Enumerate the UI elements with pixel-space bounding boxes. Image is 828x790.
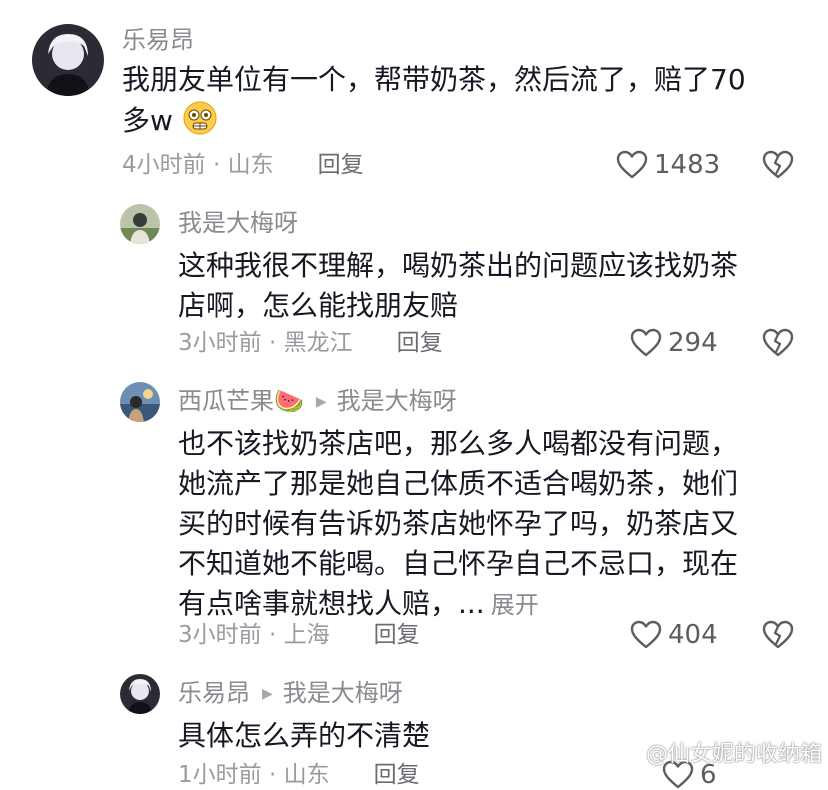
avatar[interactable]: [120, 674, 160, 714]
flushed-emoji-icon: [182, 100, 218, 147]
like-count: 1483: [654, 150, 721, 180]
comment-line: 也不该找奶茶店吧，那么多人喝都没有问题，: [178, 427, 739, 460]
comment-line: 我朋友单位有一个，帮带奶茶，然后流了，赔了70: [122, 63, 746, 96]
heart-outline-icon: [630, 620, 662, 649]
comment-meta: 3小时前 · 上海 回复: [178, 620, 420, 650]
heart-outline-icon: [630, 328, 662, 357]
expand-link[interactable]: 展开: [491, 591, 539, 619]
comment-line: 买的时候有告诉奶茶店她怀孕了吗，奶茶店又: [178, 507, 739, 540]
author-name[interactable]: 乐易昂: [122, 26, 194, 54]
avatar[interactable]: [120, 382, 160, 422]
comment-line: 店啊，怎么能找朋友赔: [178, 289, 459, 322]
comment-line-last: 有点啥事就想找人赔，... 展开: [178, 584, 818, 625]
comment-line: 她流产了那是她自己体质不适合喝奶茶，她们: [178, 467, 739, 500]
broken-heart-icon: [762, 150, 794, 179]
comment-meta: 1小时前 · 山东 回复: [178, 760, 420, 790]
comment-author[interactable]: 乐易昂 ▶ 我是大梅呀: [178, 678, 403, 709]
comment-meta: 4小时前 · 山东 回复: [122, 150, 364, 180]
comment-line: 这种我很不理解，喝奶茶出的问题应该找奶茶: [178, 249, 739, 282]
reply-to-name[interactable]: 我是大梅呀: [283, 679, 403, 707]
comment-author[interactable]: 西瓜芒果🍉 ▶ 我是大梅呀: [178, 386, 457, 417]
avatar[interactable]: [120, 204, 160, 244]
like-button[interactable]: 404: [630, 620, 718, 650]
comment-line-with-emoji: 多w: [122, 100, 812, 147]
dislike-button[interactable]: [762, 150, 794, 184]
reply-button[interactable]: 回复: [397, 330, 443, 356]
comment-text: 我朋友单位有一个，帮带奶茶，然后流了，赔了70 多w: [122, 60, 812, 147]
heart-outline-icon: [616, 150, 648, 179]
comment-author[interactable]: 乐易昂: [122, 25, 194, 55]
broken-heart-icon: [762, 328, 794, 357]
time-location: 3小时前 · 上海: [178, 622, 330, 648]
reply-button[interactable]: 回复: [374, 622, 420, 648]
author-name[interactable]: 乐易昂: [178, 679, 250, 707]
comment-text: 也不该找奶茶店吧，那么多人喝都没有问题， 她流产了那是她自己体质不适合喝奶茶，她…: [178, 424, 818, 625]
avatar[interactable]: [32, 24, 104, 96]
broken-heart-icon: [762, 620, 794, 649]
weibo-watermark: @仙女妮的收纳箱: [646, 736, 822, 768]
reply-button[interactable]: 回复: [374, 762, 420, 788]
author-name[interactable]: 我是大梅呀: [178, 209, 298, 237]
like-count: 294: [668, 328, 718, 358]
like-button[interactable]: 294: [630, 328, 718, 358]
comment-meta: 3小时前 · 黑龙江 回复: [178, 328, 443, 358]
watermark-text: @仙女妮的收纳箱: [645, 742, 822, 767]
time-location: 1小时前 · 山东: [178, 762, 330, 788]
triangle-right-icon: ▶: [262, 686, 273, 702]
triangle-right-icon: ▶: [315, 394, 327, 410]
reply-to-name[interactable]: 我是大梅呀: [337, 387, 457, 415]
dislike-button[interactable]: [762, 328, 794, 362]
comment-line: 不知道她不能喝。自己怀孕自己不忌口，现在: [178, 547, 739, 580]
comment-text: 这种我很不理解，喝奶茶出的问题应该找奶茶 店啊，怎么能找朋友赔: [178, 246, 818, 326]
time-location: 3小时前 · 黑龙江: [178, 330, 353, 356]
comment-line: 多w: [122, 104, 173, 137]
dislike-button[interactable]: [762, 620, 794, 654]
comment-author[interactable]: 我是大梅呀: [178, 208, 298, 238]
author-name[interactable]: 西瓜芒果🍉: [178, 387, 304, 415]
comment-line: 有点啥事就想找人赔，...: [178, 587, 485, 620]
time-location: 4小时前 · 山东: [122, 152, 274, 178]
like-button[interactable]: 1483: [616, 150, 720, 180]
like-count: 404: [668, 620, 718, 650]
reply-button[interactable]: 回复: [318, 152, 364, 178]
